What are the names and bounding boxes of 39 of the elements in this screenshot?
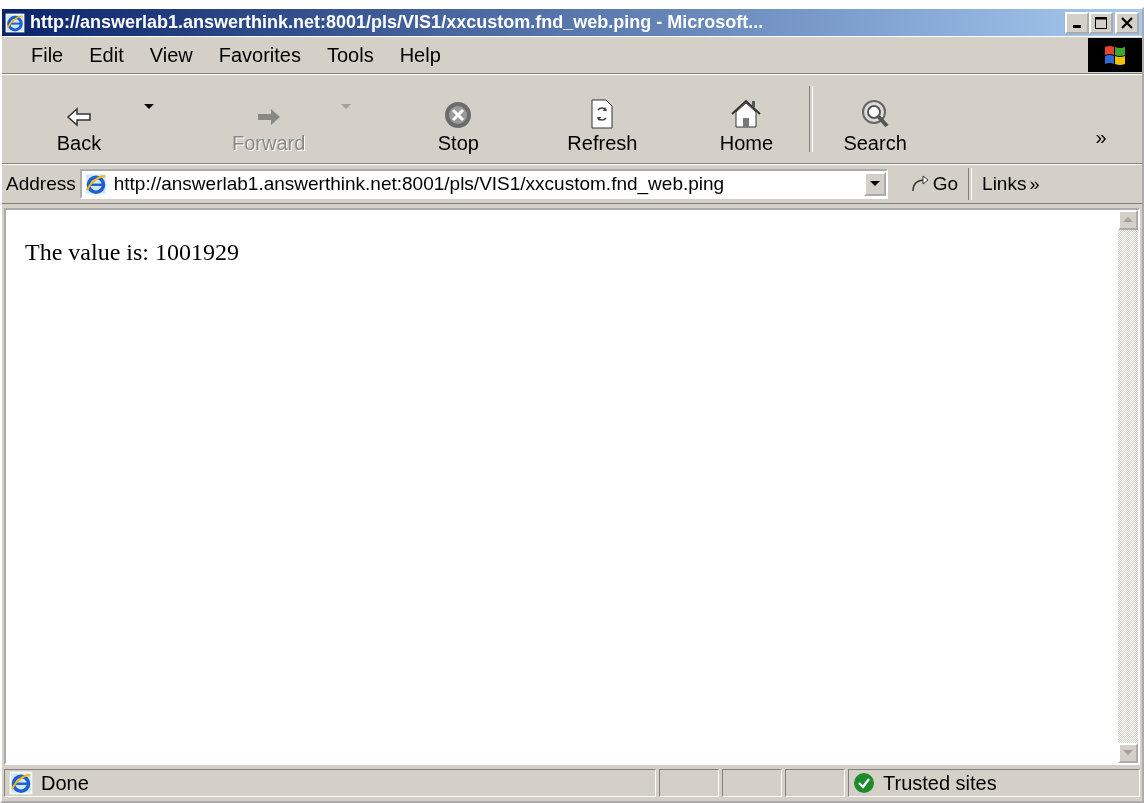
minimize-button[interactable]	[1065, 11, 1089, 34]
refresh-button[interactable]: Refresh	[563, 83, 642, 155]
close-icon	[1120, 15, 1134, 30]
address-field[interactable]: http://answerlab1.answerthink.net:8001/pls/VIS1/xxcustom.fnd_web.ping	[79, 169, 888, 199]
more-button[interactable]: »	[1068, 77, 1134, 149]
address-label: Address	[6, 173, 76, 195]
page-icon	[9, 771, 33, 795]
status-pane	[785, 769, 845, 797]
stop-button[interactable]: Stop	[425, 83, 492, 155]
search-button[interactable]: Search	[839, 83, 911, 155]
menu-item[interactable]: View	[136, 43, 206, 67]
home-button[interactable]: Home	[713, 83, 780, 155]
window-title: http://answerlab1.answerthink.net:8001/pls/VIS1/xxcustom.fnd_web.ping - Microsoft...	[30, 12, 765, 33]
status-text: Done	[41, 771, 89, 795]
browser-icon	[5, 12, 25, 33]
go-button[interactable]: Go	[903, 173, 965, 195]
caret-icon	[869, 181, 880, 187]
status-pane	[659, 769, 719, 797]
menu-item[interactable]: Tools	[313, 43, 387, 67]
maximize-button[interactable]	[1089, 11, 1113, 34]
menu-item[interactable]: File	[18, 43, 77, 67]
menu-item[interactable]: Favorites	[205, 43, 314, 67]
menu-item[interactable]: Help	[386, 43, 454, 67]
maximize-icon	[1094, 15, 1108, 30]
caret-icon	[341, 104, 352, 110]
status-pane	[722, 769, 782, 797]
caret-icon	[144, 104, 154, 110]
zone-text: Trusted sites	[883, 771, 997, 795]
check-icon	[853, 772, 875, 794]
windows-logo-icon	[1088, 38, 1142, 72]
close-button[interactable]	[1115, 11, 1139, 34]
curved-arrow-icon	[909, 174, 930, 194]
dropdown-button[interactable]	[863, 172, 886, 196]
page-icon	[83, 172, 108, 196]
page-text: The value is: 1001929	[25, 239, 239, 265]
back-button[interactable]: Back	[46, 83, 112, 155]
minimize-icon	[1073, 25, 1081, 28]
stop-icon	[443, 100, 474, 130]
menu-item[interactable]: Edit	[76, 43, 137, 67]
